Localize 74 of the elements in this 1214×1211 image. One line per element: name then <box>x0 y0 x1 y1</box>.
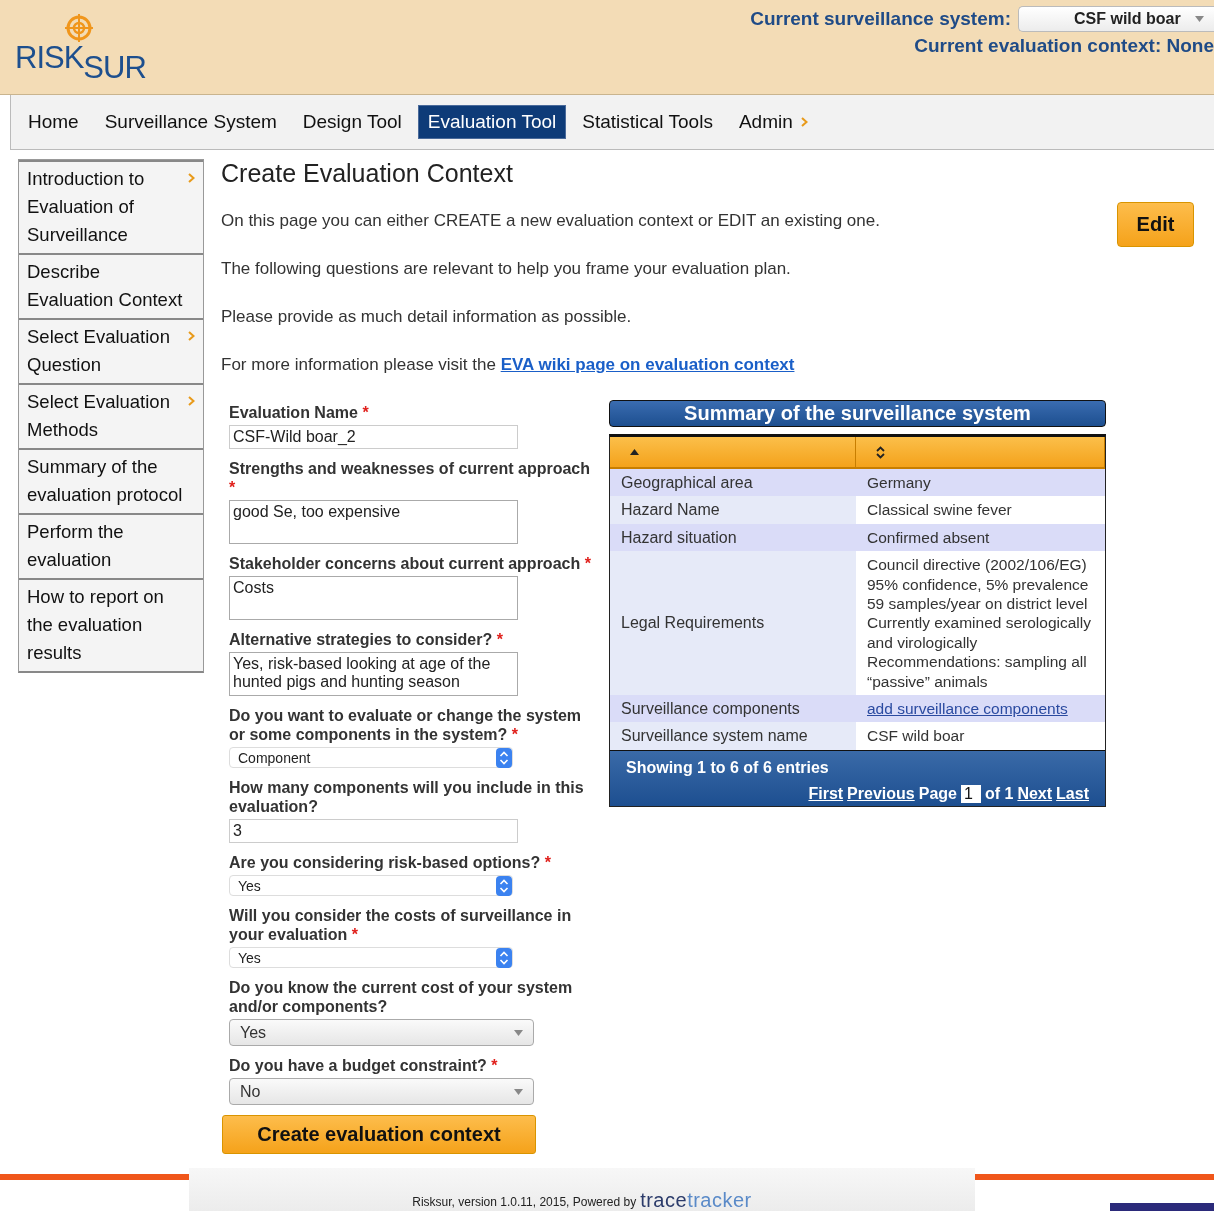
wiki-link[interactable]: EVA wiki page on evaluation context <box>500 355 795 374</box>
sidebar-item[interactable]: How to report on the evaluation results <box>19 578 203 671</box>
caret-icon <box>514 1088 523 1095</box>
sort-ascending-icon[interactable] <box>630 449 639 455</box>
table-cell: Surveillance system name <box>610 722 856 750</box>
sidebar-item[interactable]: Select Evaluation Question <box>19 318 203 383</box>
field-label: Alternative strategies to consider? * <box>229 630 504 649</box>
text-field[interactable]: CSF-Wild boar_2 <box>229 425 518 449</box>
caret-icon <box>1195 16 1204 22</box>
text-area[interactable]: Costs <box>229 576 518 620</box>
nav-tab[interactable]: Admin <box>728 105 818 139</box>
sort-icon[interactable] <box>876 445 885 459</box>
stepper-icon <box>496 875 512 896</box>
sidebar-item[interactable]: Summary of the evaluation protocol <box>19 448 203 513</box>
previous-link[interactable]: Previous <box>847 784 915 803</box>
table-cell: Hazard situation <box>610 523 856 552</box>
field-label: Do you know the current cost of your system and/or components? <box>229 978 574 1016</box>
target-icon <box>65 14 93 42</box>
select-field[interactable]: Yes <box>229 875 513 896</box>
text-area[interactable]: good Se, too expensive <box>229 500 518 544</box>
stepper-icon <box>496 747 512 768</box>
table-cell: Legal Requirements <box>610 551 856 696</box>
intro-text: For more information please visit the EVA wiki page on evaluation context <box>221 355 795 375</box>
select-field[interactable]: No <box>229 1078 534 1105</box>
stepper-icon <box>496 947 512 968</box>
first-link[interactable]: First <box>808 784 844 803</box>
page-input[interactable]: 1 <box>960 784 981 803</box>
table-cell: Surveillance components <box>610 695 856 723</box>
sidebar-item[interactable]: Perform the evaluation <box>19 513 203 578</box>
nav-tab[interactable]: Evaluation Tool <box>417 105 567 139</box>
text-field[interactable]: 3 <box>229 819 518 843</box>
brand-logo[interactable]: tracetracker <box>640 1190 752 1210</box>
field-label: Strengths and weaknesses of current approach * <box>229 459 591 497</box>
intro-text: The following questions are relevant to help you frame your evaluation plan. <box>221 259 791 279</box>
page-count: of 1 <box>984 784 1014 803</box>
sidebar-item[interactable]: Select Evaluation Methods <box>19 383 203 448</box>
select-field[interactable]: Yes <box>229 947 513 968</box>
table-cell: Hazard Name <box>610 496 856 524</box>
system-select[interactable]: CSF wild boar <box>1018 6 1214 32</box>
field-label: Will you consider the costs of surveillance in your evaluation * <box>229 906 573 944</box>
summary-title: Summary of the surveillance system <box>609 400 1106 427</box>
page-label: Page <box>918 784 957 803</box>
last-link[interactable]: Last <box>1056 784 1089 803</box>
page-title: Create Evaluation Context <box>221 158 514 189</box>
select-field[interactable]: Yes <box>229 1019 534 1046</box>
nav-tab[interactable]: Surveillance System <box>94 105 287 139</box>
field-label: Do you want to evaluate or change the system or some components in the system? * <box>229 706 583 744</box>
intro-text: On this page you can either CREATE a new evaluation context or EDIT an existing one. <box>221 211 880 231</box>
sidebar-item[interactable]: Introduction to Evaluation of Surveillance <box>19 160 203 253</box>
nav-tab[interactable]: Design Tool <box>292 105 412 139</box>
field-label: Are you considering risk-based options? * <box>229 853 552 872</box>
caret-icon <box>514 1029 523 1036</box>
text-area[interactable]: Yes, risk-based looking at age of the hunted pigs and hunting season <box>229 652 518 696</box>
system-label: Current surveillance system: <box>750 8 1011 30</box>
field-label: Do you have a budget constraint? * <box>229 1056 499 1075</box>
logo-text: SUR <box>83 50 146 86</box>
nav-tab[interactable]: Home <box>18 105 89 139</box>
table-cell: Confirmed absent <box>856 523 1105 552</box>
nav-tab[interactable]: Statistical Tools <box>572 105 723 139</box>
logo-text: RISK <box>15 40 84 75</box>
footer-text: Risksur, version 1.0.11, 2015, Powered by <box>412 1195 637 1210</box>
field-label: Evaluation Name * <box>229 403 370 422</box>
context-label: Current evaluation context: None <box>914 35 1214 57</box>
table-cell: Geographical area <box>610 469 856 497</box>
intro-text: Please provide as much detail information as possible. <box>221 307 632 327</box>
entries-info: Showing 1 to 6 of 6 entries <box>626 758 830 777</box>
field-label: Stakeholder concerns about current approach * <box>229 554 592 573</box>
create-button[interactable]: Create evaluation context <box>222 1115 536 1154</box>
field-label: How many components will you include in this evaluation? <box>229 778 585 816</box>
sidebar-item[interactable]: Describe Evaluation Context <box>19 253 203 318</box>
table-cell: Germany <box>856 469 1105 497</box>
select-field[interactable]: Component <box>229 747 513 768</box>
edit-button[interactable]: Edit <box>1117 202 1194 247</box>
next-link[interactable]: Next <box>1017 784 1053 803</box>
